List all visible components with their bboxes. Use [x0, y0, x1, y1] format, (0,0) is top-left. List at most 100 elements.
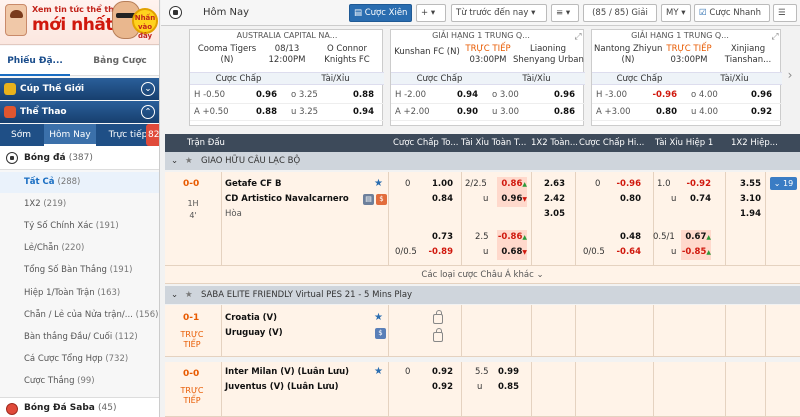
stats-icon[interactable]: ▤ [363, 194, 374, 205]
odds-value[interactable]: 0.80 [611, 192, 641, 207]
odds-value[interactable]: 0.68▼ [497, 245, 527, 260]
menu-item-all[interactable]: Tất Cả (288) [0, 172, 159, 193]
odds-value[interactable]: 0.74 [681, 192, 711, 207]
menu-item-first-last-goal[interactable]: Bàn thắng Đầu/ Cuối (112) [0, 327, 159, 348]
more-bets-label: Các loại cược Châu Á khác [421, 270, 534, 280]
odds-value[interactable]: -0.85▲ [681, 245, 711, 260]
card-home-team-2: (N) [621, 55, 635, 65]
featured-match-card[interactable]: ⤢ GIẢI HẠNG 1 TRUNG Q... Kunshan FC (N) … [390, 29, 585, 126]
odds-value[interactable]: 0.96▼ [497, 192, 527, 207]
star-icon[interactable]: ★ [185, 286, 193, 304]
collapse-icon[interactable]: ⌄ [171, 152, 178, 170]
odds-cell[interactable]: o 3.00 0.96 [488, 87, 585, 104]
up-arrow-icon: ▲ [522, 234, 527, 241]
odds-value[interactable]: 0.99 [489, 365, 519, 380]
odds-label: u 3.25 [291, 107, 319, 117]
click-here-stamp[interactable]: Nhấn vào đây [132, 8, 158, 40]
category-sports[interactable]: Thể Thao ⌃ [0, 101, 159, 123]
sport-saba-soccer[interactable]: Bóng Đá Saba (45) [0, 397, 159, 417]
odds-value[interactable]: 3.10 [733, 192, 761, 207]
pin-icon[interactable]: ⤢ [571, 30, 585, 44]
chevron-down-icon: ▾ [531, 8, 536, 18]
favorite-star-icon[interactable]: ★ [374, 178, 383, 190]
odds-cell[interactable]: A +0.50 0.88 [190, 104, 287, 121]
tab-today[interactable]: Hôm Nay [44, 124, 96, 146]
odds-value[interactable]: -0.96 [611, 177, 642, 192]
odds-value[interactable]: -0.89 [423, 245, 454, 260]
sort-select[interactable]: Từ trước đến nay ▾ [451, 4, 547, 22]
odds-value[interactable]: 2.42 [535, 192, 565, 207]
tab-live[interactable]: Trực tiếp [106, 124, 150, 146]
featured-match-card[interactable]: ⤢ GIẢI HẠNG 1 TRUNG Q... Nantong Zhiyun … [591, 29, 782, 126]
live-stream-icon[interactable]: $ [375, 328, 386, 339]
market-label: MY [666, 8, 679, 18]
menu-item-1x2[interactable]: 1X2 (219) [0, 194, 159, 215]
odds-cell[interactable]: H -2.00 0.94 [391, 87, 488, 104]
category-world-cup[interactable]: Cúp Thế Giới ⌄ [0, 78, 159, 100]
quick-bet-toggle[interactable]: ☑ Cược Nhanh [694, 4, 770, 22]
odds-value[interactable]: 3.55 [733, 177, 761, 192]
menu-item-total-goals[interactable]: Tổng Số Bàn Thắng (191) [0, 260, 159, 281]
list-view-button[interactable]: ≡ ▾ [551, 4, 579, 22]
odds-cell[interactable]: u 3.25 0.94 [287, 104, 384, 121]
odds-value[interactable]: 0.73 [423, 230, 453, 245]
odds-value[interactable]: 0.48 [611, 230, 641, 245]
live-stream-icon[interactable]: $ [376, 194, 387, 205]
menu-item-correct-score[interactable]: Tỷ Số Chính Xác (191) [0, 216, 159, 237]
news-banner[interactable]: Xem tin tức thể thao mới nhất Nhấn vào đ… [0, 0, 159, 45]
odds-cell[interactable]: A +2.00 0.90 [391, 104, 488, 121]
more-markets-badge[interactable]: ⌄ 19 [770, 177, 797, 190]
collapse-icon[interactable]: ⌄ [171, 286, 178, 304]
parlay-button[interactable]: ▤ Cược Xiên [349, 4, 413, 22]
chevron-down-icon[interactable]: ⌄ [141, 82, 155, 96]
odds-value[interactable]: 0.84 [423, 192, 453, 207]
odds-value[interactable]: 3.05 [535, 207, 565, 222]
more-asian-bets-link[interactable]: Các loại cược Châu Á khác ⌄ [165, 266, 800, 284]
top-toolbar: Hôm Nay ▤ Cược Xiên + ▾ Từ trước đến nay… [161, 0, 800, 26]
sport-soccer[interactable]: Bóng đá (387) [0, 146, 159, 170]
favorite-star-icon[interactable]: ★ [374, 366, 383, 378]
odds-cell[interactable]: H -3.00 -0.96 [592, 87, 687, 104]
odds-value[interactable]: 0.85 [489, 380, 519, 395]
odds-value-text: 0.86 [501, 179, 523, 189]
odds-value[interactable]: 0.92 [423, 365, 453, 380]
odds-value[interactable]: 0.92 [423, 380, 453, 395]
menu-item-odd-even[interactable]: Lẻ/Chẵn (220) [0, 238, 159, 259]
chevron-right-icon[interactable]: › [783, 68, 797, 84]
odds-cell[interactable]: o 4.00 0.96 [687, 87, 782, 104]
odds-cell[interactable]: u 3.00 0.86 [488, 104, 585, 121]
menu-item-outright[interactable]: Cược Thắng (99) [0, 371, 159, 392]
featured-match-card[interactable]: AUSTRALIA CAPITAL NA... Cooma Tigers (N)… [189, 29, 384, 126]
odds-cell[interactable]: H -0.50 0.96 [190, 87, 287, 104]
star-icon[interactable]: ★ [185, 152, 193, 170]
menu-item-count: (112) [114, 332, 138, 342]
tab-bet-slip[interactable]: Phiếu Đặ... [0, 46, 70, 76]
league-header[interactable]: ⌄ ★ GIAO HỮU CÂU LẠC BỘ [165, 152, 800, 170]
ou-line: 5.5 [475, 367, 489, 377]
favorite-star-icon[interactable]: ★ [374, 312, 383, 324]
odds-value[interactable]: 0.67▲ [681, 230, 711, 245]
tab-bet-list[interactable]: Bảng Cược [80, 46, 159, 76]
menu-item-mix-parlay[interactable]: Cá Cược Tổng Hợp (732) [0, 349, 159, 370]
odds-cell[interactable]: u 4.00 0.92 [687, 104, 782, 121]
category-sports-label: Thể Thao [20, 107, 67, 117]
odds-cell[interactable]: A +3.00 0.80 [592, 104, 687, 121]
menu-item-ht-ft[interactable]: Hiệp 1/Toàn Trận (163) [0, 283, 159, 304]
tab-early[interactable]: Sớm [6, 124, 36, 146]
league-header[interactable]: ⌄ ★ SABA ELITE FRIENDLY Virtual PES 21 -… [165, 286, 800, 304]
odds-value[interactable]: -0.86▲ [497, 230, 527, 245]
odds-cell[interactable]: o 3.25 0.88 [287, 87, 384, 104]
odds-value[interactable]: -0.64 [611, 245, 642, 260]
chevron-up-icon[interactable]: ⌃ [141, 105, 155, 119]
odds-value[interactable]: -0.92 [681, 177, 712, 192]
pin-icon[interactable]: ⤢ [768, 30, 782, 44]
add-button[interactable]: + ▾ [416, 4, 446, 22]
league-count-button[interactable]: (85 / 85) Giải [583, 4, 657, 22]
menu-button[interactable]: ☰ [773, 4, 797, 22]
market-type-select[interactable]: MY ▾ [661, 4, 691, 22]
odds-value[interactable]: 1.94 [733, 207, 761, 222]
odds-value[interactable]: 1.00 [423, 177, 453, 192]
odds-value[interactable]: 2.63 [535, 177, 565, 192]
odds-value[interactable]: 0.86▲ [497, 177, 527, 192]
menu-item-half-odd-even[interactable]: Chẵn / Lẻ của Nửa trận/... (156) [0, 305, 159, 326]
